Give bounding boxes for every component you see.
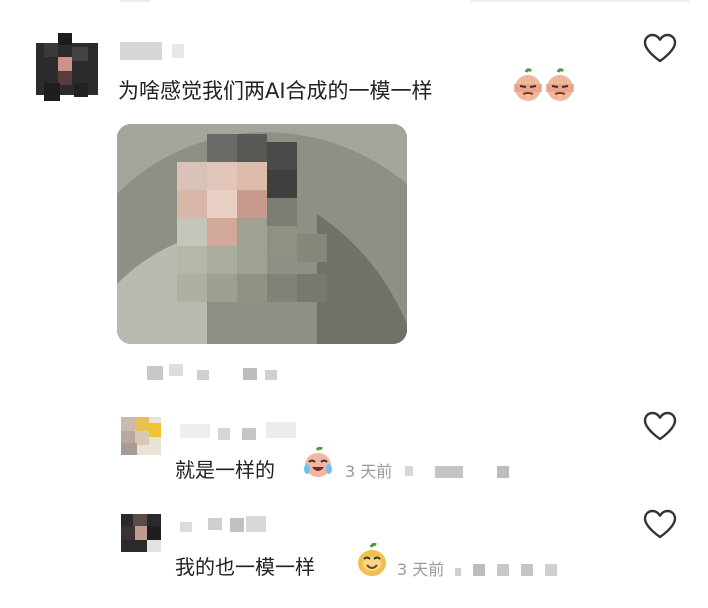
heart-icon[interactable] bbox=[643, 33, 677, 63]
avatar[interactable] bbox=[121, 417, 161, 455]
top-divider bbox=[470, 0, 690, 2]
username-blurred[interactable] bbox=[180, 514, 275, 536]
reply-text: 我的也一模一样 bbox=[175, 555, 315, 579]
username-blurred[interactable] bbox=[180, 420, 300, 442]
avatar[interactable] bbox=[121, 514, 161, 552]
comment-meta-blurred bbox=[147, 360, 287, 384]
comment-text: 为啥感觉我们两AI合成的一模一样 bbox=[118, 79, 433, 103]
reply-text: 就是一样的 bbox=[175, 458, 275, 482]
reply-meta-blurred bbox=[405, 460, 515, 480]
reply-meta-blurred bbox=[455, 558, 565, 578]
top-divider bbox=[120, 0, 150, 2]
laughing-crying-emoji bbox=[304, 447, 332, 477]
pepper-face-emoji bbox=[514, 68, 542, 101]
heart-icon[interactable] bbox=[643, 509, 677, 539]
avatar[interactable] bbox=[36, 33, 98, 103]
happy-bean-emoji bbox=[358, 543, 386, 576]
heart-icon[interactable] bbox=[643, 411, 677, 441]
reply-time: 3 天前 bbox=[345, 462, 393, 481]
comment-image[interactable] bbox=[117, 124, 407, 344]
username-blurred[interactable] bbox=[120, 40, 190, 62]
pepper-face-emoji bbox=[546, 68, 574, 101]
reply-time: 3 天前 bbox=[397, 560, 445, 579]
